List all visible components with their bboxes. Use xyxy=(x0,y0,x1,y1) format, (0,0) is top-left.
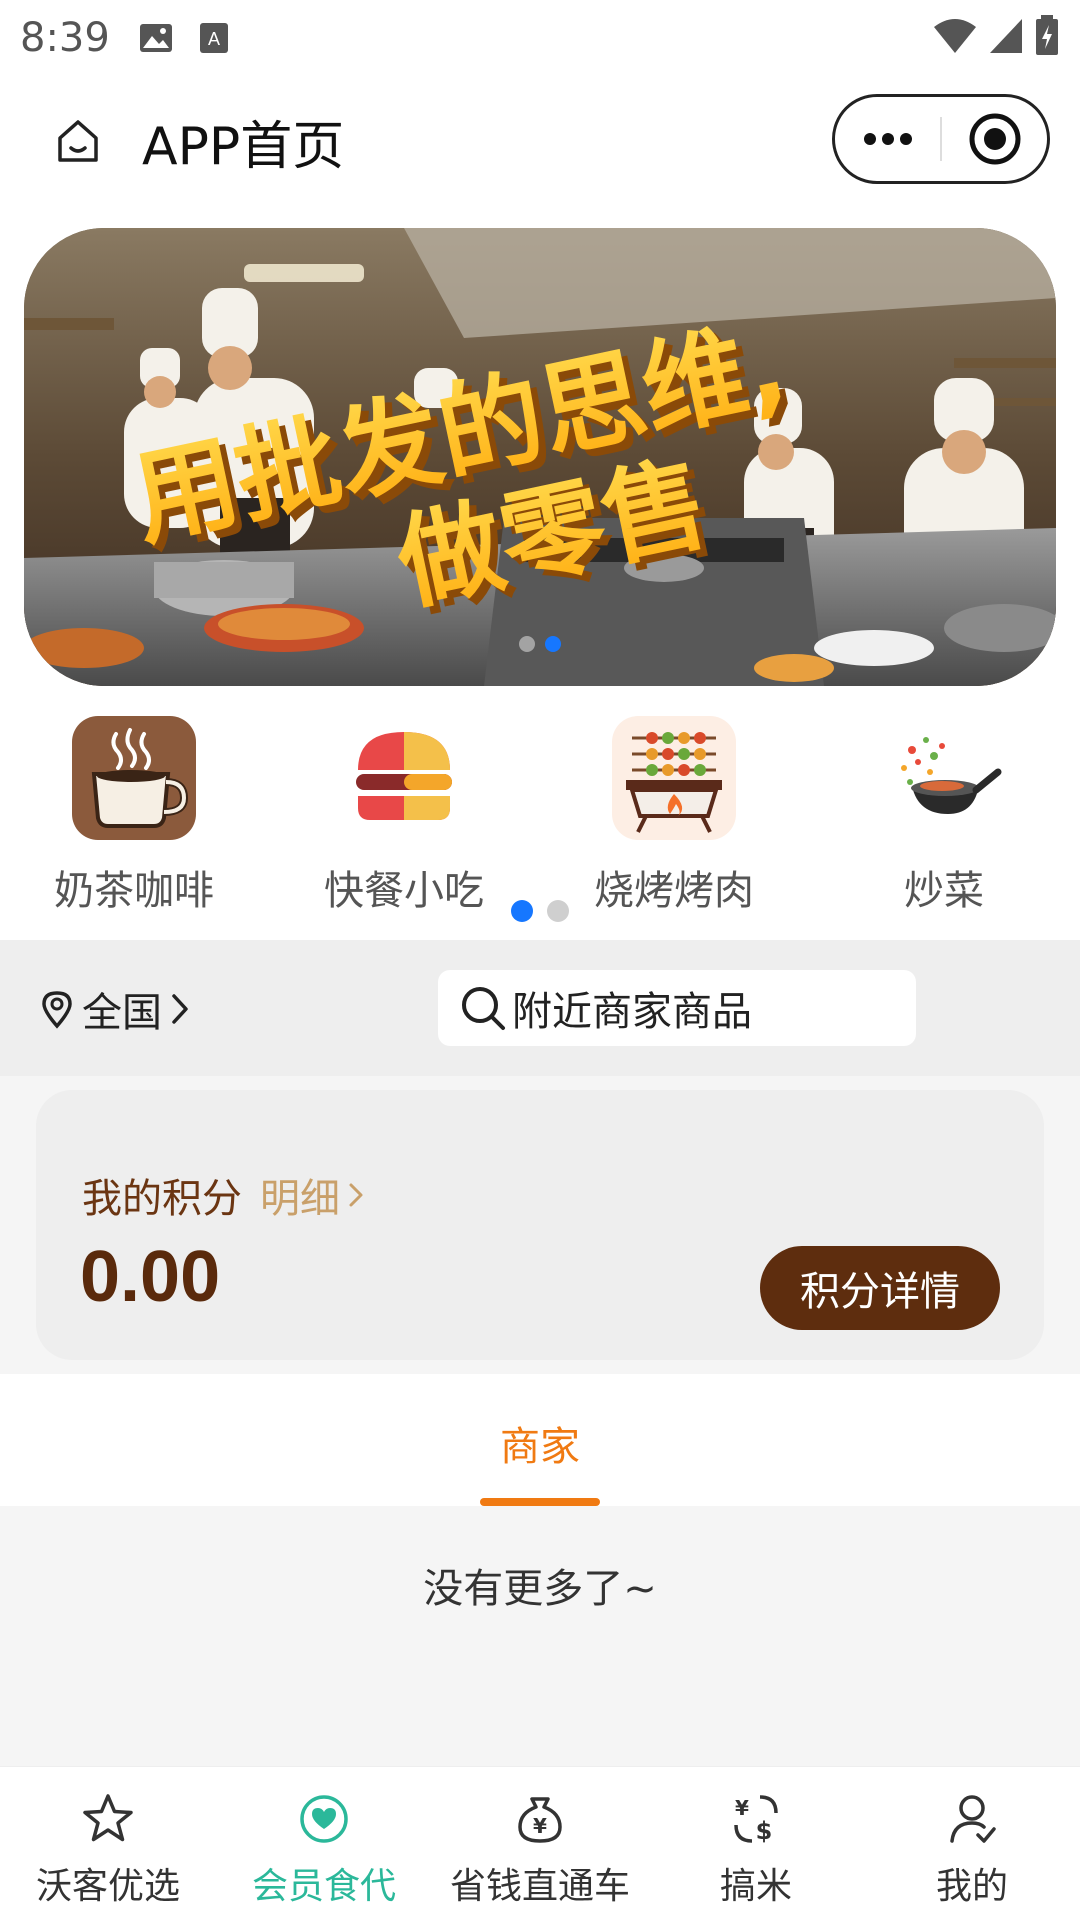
nav-item-woke-youxuan[interactable]: 沃客优选 xyxy=(0,1789,216,1909)
burger-icon xyxy=(342,716,466,840)
chevron-right-icon xyxy=(172,994,188,1024)
status-bar: 8:39 A xyxy=(0,0,1080,76)
tab-merchant[interactable]: 商家 xyxy=(0,1414,1080,1472)
nav-item-member-food[interactable]: 会员食代 xyxy=(216,1789,432,1909)
svg-text:¥: ¥ xyxy=(735,1796,749,1820)
nav-label: 省钱直通车 xyxy=(449,1866,630,1907)
star-icon xyxy=(78,1789,138,1849)
heart-icon xyxy=(294,1789,354,1849)
yen-dollar-icon: ¥ $ xyxy=(726,1789,786,1849)
svg-text:¥: ¥ xyxy=(533,1814,547,1838)
points-card: 我的积分 明细 0.00 积分详情 xyxy=(36,1090,1044,1360)
chevron-right-icon xyxy=(349,1183,363,1207)
category-fast-food[interactable]: 快餐小吃 xyxy=(304,716,504,916)
coffee-cup-icon xyxy=(72,716,196,840)
category-stir-fry[interactable]: 炒菜 xyxy=(844,716,1044,916)
nav-label: 沃客优选 xyxy=(35,1866,180,1907)
money-bag-icon: ¥ xyxy=(510,1789,570,1849)
category-page-indicator xyxy=(0,900,1080,922)
location-selector[interactable]: 全国 xyxy=(40,980,190,1038)
text-notification-icon: A xyxy=(196,22,232,54)
points-section: 我的积分 明细 0.00 积分详情 xyxy=(0,1076,1080,1374)
page-title: APP首页 xyxy=(142,116,345,177)
banner-indicator xyxy=(24,636,1056,652)
home-icon xyxy=(58,120,98,162)
search-icon xyxy=(462,987,505,1030)
tab-active-indicator xyxy=(480,1498,600,1506)
nav-label: 会员食代 xyxy=(251,1866,396,1907)
svg-text:A: A xyxy=(208,29,220,49)
nav-label: 搞米 xyxy=(719,1866,792,1907)
search-placeholder: 附近商家商品 xyxy=(512,989,752,1035)
location-pin-icon xyxy=(42,991,72,1029)
points-details-button[interactable]: 积分详情 xyxy=(760,1246,1000,1330)
battery-icon xyxy=(1034,15,1060,61)
title-bar: APP首页 xyxy=(0,76,1080,206)
bottom-nav: 沃客优选 会员食代 ¥ 省钱直通车 ¥ $ 搞米 我的 xyxy=(0,1766,1080,1920)
nav-item-mine[interactable]: 我的 xyxy=(864,1789,1080,1909)
wifi-icon xyxy=(932,17,978,59)
svg-text:$: $ xyxy=(756,1817,773,1845)
home-button[interactable] xyxy=(48,111,108,171)
points-detail-link[interactable]: 明细 xyxy=(260,1166,364,1224)
tab-bar: 商家 xyxy=(0,1374,1080,1506)
location-search-bar: 全国 附近商家商品 xyxy=(0,940,1080,1076)
banner-dot[interactable] xyxy=(519,636,535,652)
nav-label: 我的 xyxy=(935,1866,1008,1907)
more-dots-icon xyxy=(863,133,912,145)
banner-dot-active[interactable] xyxy=(545,636,561,652)
status-time: 8:39 xyxy=(20,15,110,61)
category-grid: 奶茶咖啡 快餐小吃 烧烤烤肉 炒菜 xyxy=(0,696,1080,940)
category-page-dot[interactable] xyxy=(547,900,569,922)
points-detail-label: 明细 xyxy=(260,1176,340,1222)
search-input[interactable]: 附近商家商品 xyxy=(438,970,916,1046)
miniprogram-capsule xyxy=(832,94,1050,184)
nav-item-savings-express[interactable]: ¥ 省钱直通车 xyxy=(432,1789,648,1909)
nav-item-gaomi[interactable]: ¥ $ 搞米 xyxy=(648,1789,864,1909)
list-end-text: 没有更多了~ xyxy=(423,1566,657,1612)
category-bbq[interactable]: 烧烤烤肉 xyxy=(574,716,774,916)
signal-icon xyxy=(988,17,1024,59)
points-value: 0.00 xyxy=(80,1237,221,1317)
image-notification-icon xyxy=(138,22,174,54)
target-circle-icon xyxy=(969,113,1020,165)
wok-icon xyxy=(882,716,1006,840)
points-title: 我的积分 xyxy=(82,1176,242,1222)
banner-section: 用批发的思维, 用批发的思维, 做零售 做零售 xyxy=(0,206,1080,696)
kitchen-scene-image: 用批发的思维, 用批发的思维, 做零售 做零售 xyxy=(24,228,1056,686)
promo-banner[interactable]: 用批发的思维, 用批发的思维, 做零售 做零售 xyxy=(24,228,1056,686)
more-button[interactable] xyxy=(835,97,940,181)
bbq-grill-icon xyxy=(612,716,736,840)
user-icon xyxy=(942,1789,1002,1849)
category-milk-tea-coffee[interactable]: 奶茶咖啡 xyxy=(34,716,234,916)
location-label: 全国 xyxy=(82,990,162,1036)
category-page-dot-active[interactable] xyxy=(511,900,533,922)
close-miniprogram-button[interactable] xyxy=(942,97,1047,181)
